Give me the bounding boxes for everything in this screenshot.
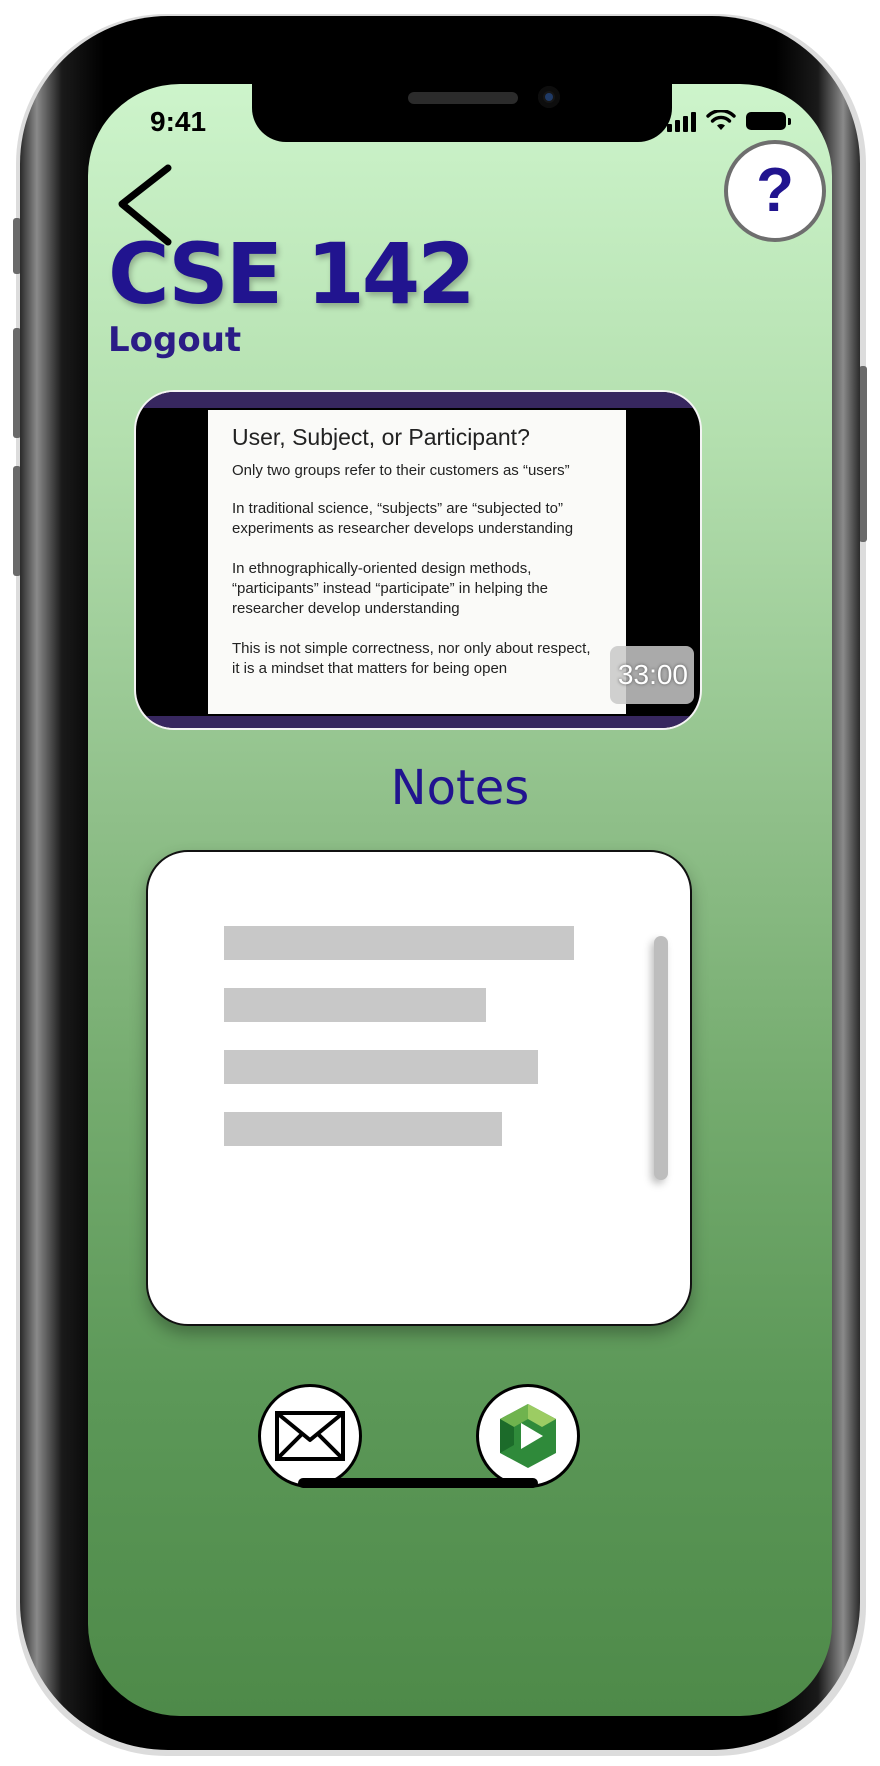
front-camera [538,86,560,108]
video-duration-badge: 33:00 [609,646,694,704]
help-button[interactable]: ? [724,140,826,242]
slide-line: In traditional science, “subjects” are “… [232,500,574,537]
app-screen: 9:41 ? CSE 142 Logout User, Subject, or … [88,84,832,1716]
mail-button[interactable] [258,1384,362,1488]
slide-title: User, Subject, or Participant? [232,424,530,450]
battery-icon [746,112,791,130]
lecture-video-player[interactable]: User, Subject, or Participant? Only two … [136,392,700,728]
status-icons [667,110,791,132]
notch [252,84,672,142]
slide-line: Only two groups refer to their customers… [232,462,570,479]
notes-heading: Notes [390,760,530,816]
panopto-button[interactable] [476,1384,580,1488]
note-placeholder-line [224,988,486,1022]
note-placeholder-line [224,926,574,960]
video-bottom-bar [136,716,700,728]
logout-link[interactable]: Logout [108,320,241,360]
cellular-signal-icon [667,110,696,132]
course-title: CSE 142 [108,225,476,323]
status-time: 9:41 [150,106,207,137]
note-placeholder-line [224,1050,538,1084]
slide-line: This is not simple correctness, nor only… [232,640,591,677]
slide-line: In ethnographically-oriented design meth… [232,560,549,617]
wifi-icon [706,110,736,130]
speaker-grille [408,92,518,104]
help-question-icon: ? [756,156,794,225]
power-button [859,366,867,542]
home-indicator [298,1478,538,1488]
video-top-bar [136,392,700,408]
panopto-play-icon [500,1404,556,1468]
notes-text-area[interactable] [146,850,692,1326]
mail-icon [275,1411,345,1461]
note-placeholder-line [224,1112,502,1146]
notes-scrollbar[interactable] [654,936,668,1180]
video-slide: User, Subject, or Participant? Only two … [208,410,626,714]
phone-frame: 9:41 ? CSE 142 Logout User, Subject, or … [20,16,860,1750]
